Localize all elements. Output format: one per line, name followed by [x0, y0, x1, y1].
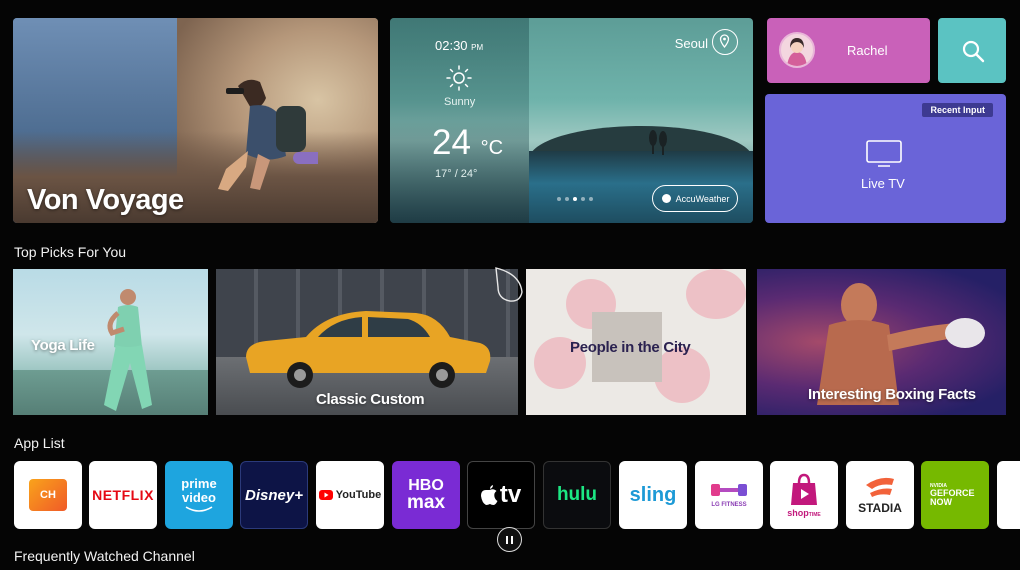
profile-name: Rachel [847, 43, 888, 58]
hbo-max-logo-line2: max [406, 491, 446, 513]
temp-value: 24 [432, 123, 471, 162]
app-youtube[interactable]: YouTube [316, 461, 384, 529]
sun-icon [446, 65, 472, 91]
apple-tv-logo: tv [499, 481, 522, 508]
hero-title: Von Voyage [27, 184, 184, 216]
weather-widget[interactable]: 02:30 PM Sunny 24 °C 17° / 24° Seoul Acc… [390, 18, 753, 223]
recent-input-badge: Recent Input [922, 103, 993, 117]
dumbbell-icon [711, 484, 747, 496]
app-geforce-now[interactable]: NVIDIA GEFORCE NOW [921, 461, 989, 529]
tree-silhouette [649, 130, 667, 155]
pointer-cursor [495, 267, 523, 302]
weather-time: 02:30 PM [435, 38, 483, 53]
live-tv-label: Live TV [861, 176, 905, 191]
shopping-bag-icon [791, 473, 817, 505]
weather-city: Seoul [674, 36, 708, 51]
app-prime-video[interactable]: prime video [165, 461, 233, 529]
channels-icon: CH [29, 479, 67, 511]
location-pin-button[interactable] [712, 29, 738, 55]
yoga-figure [104, 289, 152, 411]
profile-tile[interactable]: Rachel [767, 18, 930, 83]
pause-icon-bar [511, 535, 513, 544]
time-ampm: PM [471, 43, 484, 52]
pick-classic-custom[interactable]: Classic Custom [216, 269, 518, 415]
pick-label-yoga: Yoga Life [31, 337, 95, 354]
lg-fitness-logo: LG FITNESS [711, 502, 747, 508]
location-pin-icon [719, 34, 730, 49]
weather-range: 17° / 24° [435, 168, 478, 180]
pick-label-boxing: Interesting Boxing Facts [808, 386, 976, 403]
prime-video-logo: prime [181, 476, 217, 492]
app-shop-time[interactable]: shopTIME [770, 461, 838, 529]
search-button[interactable] [938, 18, 1006, 83]
app-stadia[interactable]: STADIA [846, 461, 914, 529]
disney-plus-logo: Disney+ [245, 486, 303, 504]
sling-logo: sling [629, 483, 677, 506]
netflix-logo: NETFLIX [92, 487, 154, 503]
pick-label-car: Classic Custom [316, 391, 425, 408]
avatar-icon [787, 38, 807, 66]
prime-smile-icon [185, 505, 213, 512]
accuweather-label: AccuWeather [675, 193, 730, 204]
yellow-car [246, 311, 491, 388]
pause-button[interactable] [497, 527, 522, 552]
hero-banner[interactable]: Von Voyage [13, 18, 378, 223]
temp-unit: °C [480, 137, 504, 159]
carousel-dots [557, 197, 593, 201]
shop-time-sub: TIME [808, 511, 821, 518]
weather-temperature: 24 °C [432, 123, 503, 163]
prime-video-logo-line2: video [182, 490, 216, 505]
app-hbo-max[interactable]: HBO max [392, 461, 460, 529]
hulu-logo: hulu [556, 484, 598, 505]
pick-people-in-city[interactable]: People in the City [526, 269, 746, 415]
frequently-watched-heading: Frequently Watched Channel [14, 548, 195, 564]
accuweather-button[interactable]: AccuWeather [652, 185, 738, 212]
app-apple-tv[interactable]: tv [467, 461, 535, 529]
live-tv-tile[interactable]: Recent Input Live TV [765, 94, 1006, 223]
top-picks-heading: Top Picks For You [14, 244, 127, 260]
app-list-heading: App List [14, 435, 65, 451]
city-circle [686, 269, 746, 319]
app-partial-next[interactable] [997, 461, 1020, 529]
search-icon [962, 40, 985, 63]
youtube-play-icon [318, 490, 333, 500]
pick-yoga-life[interactable]: Yoga Life [13, 269, 208, 415]
shop-time-logo: shopTIME [787, 508, 820, 518]
pick-boxing[interactable]: Interesting Boxing Facts [757, 269, 1006, 415]
accuweather-icon [661, 194, 671, 203]
hiker-figure [218, 79, 318, 191]
weather-condition: Sunny [444, 96, 476, 108]
tv-icon [866, 140, 902, 167]
apple-icon [480, 485, 498, 505]
app-sling[interactable]: sling [619, 461, 687, 529]
app-hulu[interactable]: hulu [543, 461, 611, 529]
app-netflix[interactable]: NETFLIX [89, 461, 157, 529]
app-channels[interactable]: CH [14, 461, 82, 529]
app-lg-fitness[interactable]: LG FITNESS [695, 461, 763, 529]
stadia-logo: STADIA [858, 501, 902, 515]
time-value: 02:30 [435, 38, 468, 53]
pick-label-city: People in the City [570, 339, 691, 356]
shop-time-name: shop [787, 507, 809, 518]
app-disney-plus[interactable]: Disney+ [240, 461, 308, 529]
youtube-logo: YouTube [335, 489, 382, 501]
avatar [779, 32, 815, 68]
pause-icon [506, 535, 508, 544]
stadia-icon [866, 477, 894, 497]
geforce-now-logo-line2: NOW [930, 496, 952, 507]
